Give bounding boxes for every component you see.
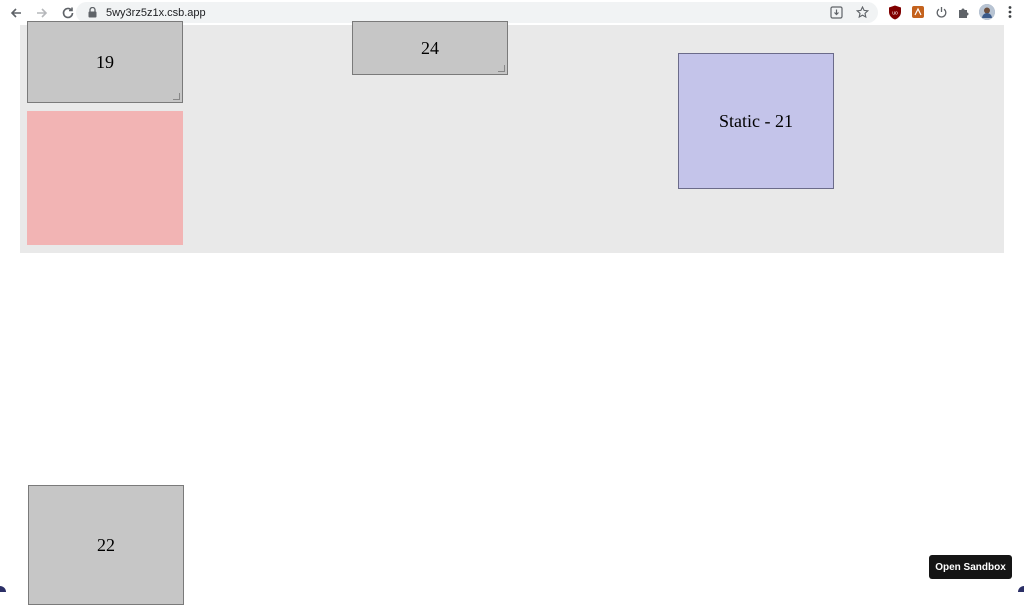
svg-text:uo: uo — [892, 10, 898, 16]
window-corner-left — [0, 586, 6, 592]
power-extension-icon[interactable] — [933, 4, 949, 20]
install-app-icon[interactable] — [828, 4, 844, 20]
grid-item-19[interactable]: 19 — [27, 21, 183, 103]
grid-item-label: 24 — [421, 37, 439, 58]
grid-layout-container: 19 24 Static - 21 — [20, 21, 1004, 253]
forward-arrow-icon[interactable] — [34, 5, 50, 21]
more-menu-icon[interactable] — [1002, 4, 1018, 20]
bookmark-star-icon[interactable] — [854, 4, 870, 20]
back-arrow-icon[interactable] — [8, 5, 24, 21]
reload-icon[interactable] — [60, 5, 76, 21]
window-corner-right — [1018, 586, 1024, 592]
static-grid-item-21: Static - 21 — [678, 53, 834, 189]
resize-handle-icon[interactable] — [498, 65, 505, 72]
resize-handle-icon[interactable] — [173, 93, 180, 100]
open-sandbox-button[interactable]: Open Sandbox — [929, 555, 1012, 579]
profile-avatar-icon[interactable] — [979, 4, 995, 20]
grid-item-placeholder — [27, 111, 183, 245]
lock-icon — [86, 7, 98, 19]
grid-item-24[interactable]: 24 — [352, 21, 508, 75]
orange-extension-icon[interactable] — [910, 4, 926, 20]
extensions-puzzle-icon[interactable] — [956, 4, 972, 20]
address-bar[interactable]: 5wy3rz5z1x.csb.app — [76, 2, 878, 23]
ublock-extension-icon[interactable]: uo — [887, 4, 903, 20]
grid-item-22[interactable]: 22 — [28, 485, 184, 605]
grid-item-label: Static - 21 — [719, 110, 793, 131]
grid-item-label: 19 — [96, 51, 114, 72]
grid-item-label: 22 — [97, 534, 115, 555]
url-text: 5wy3rz5z1x.csb.app — [106, 6, 206, 19]
